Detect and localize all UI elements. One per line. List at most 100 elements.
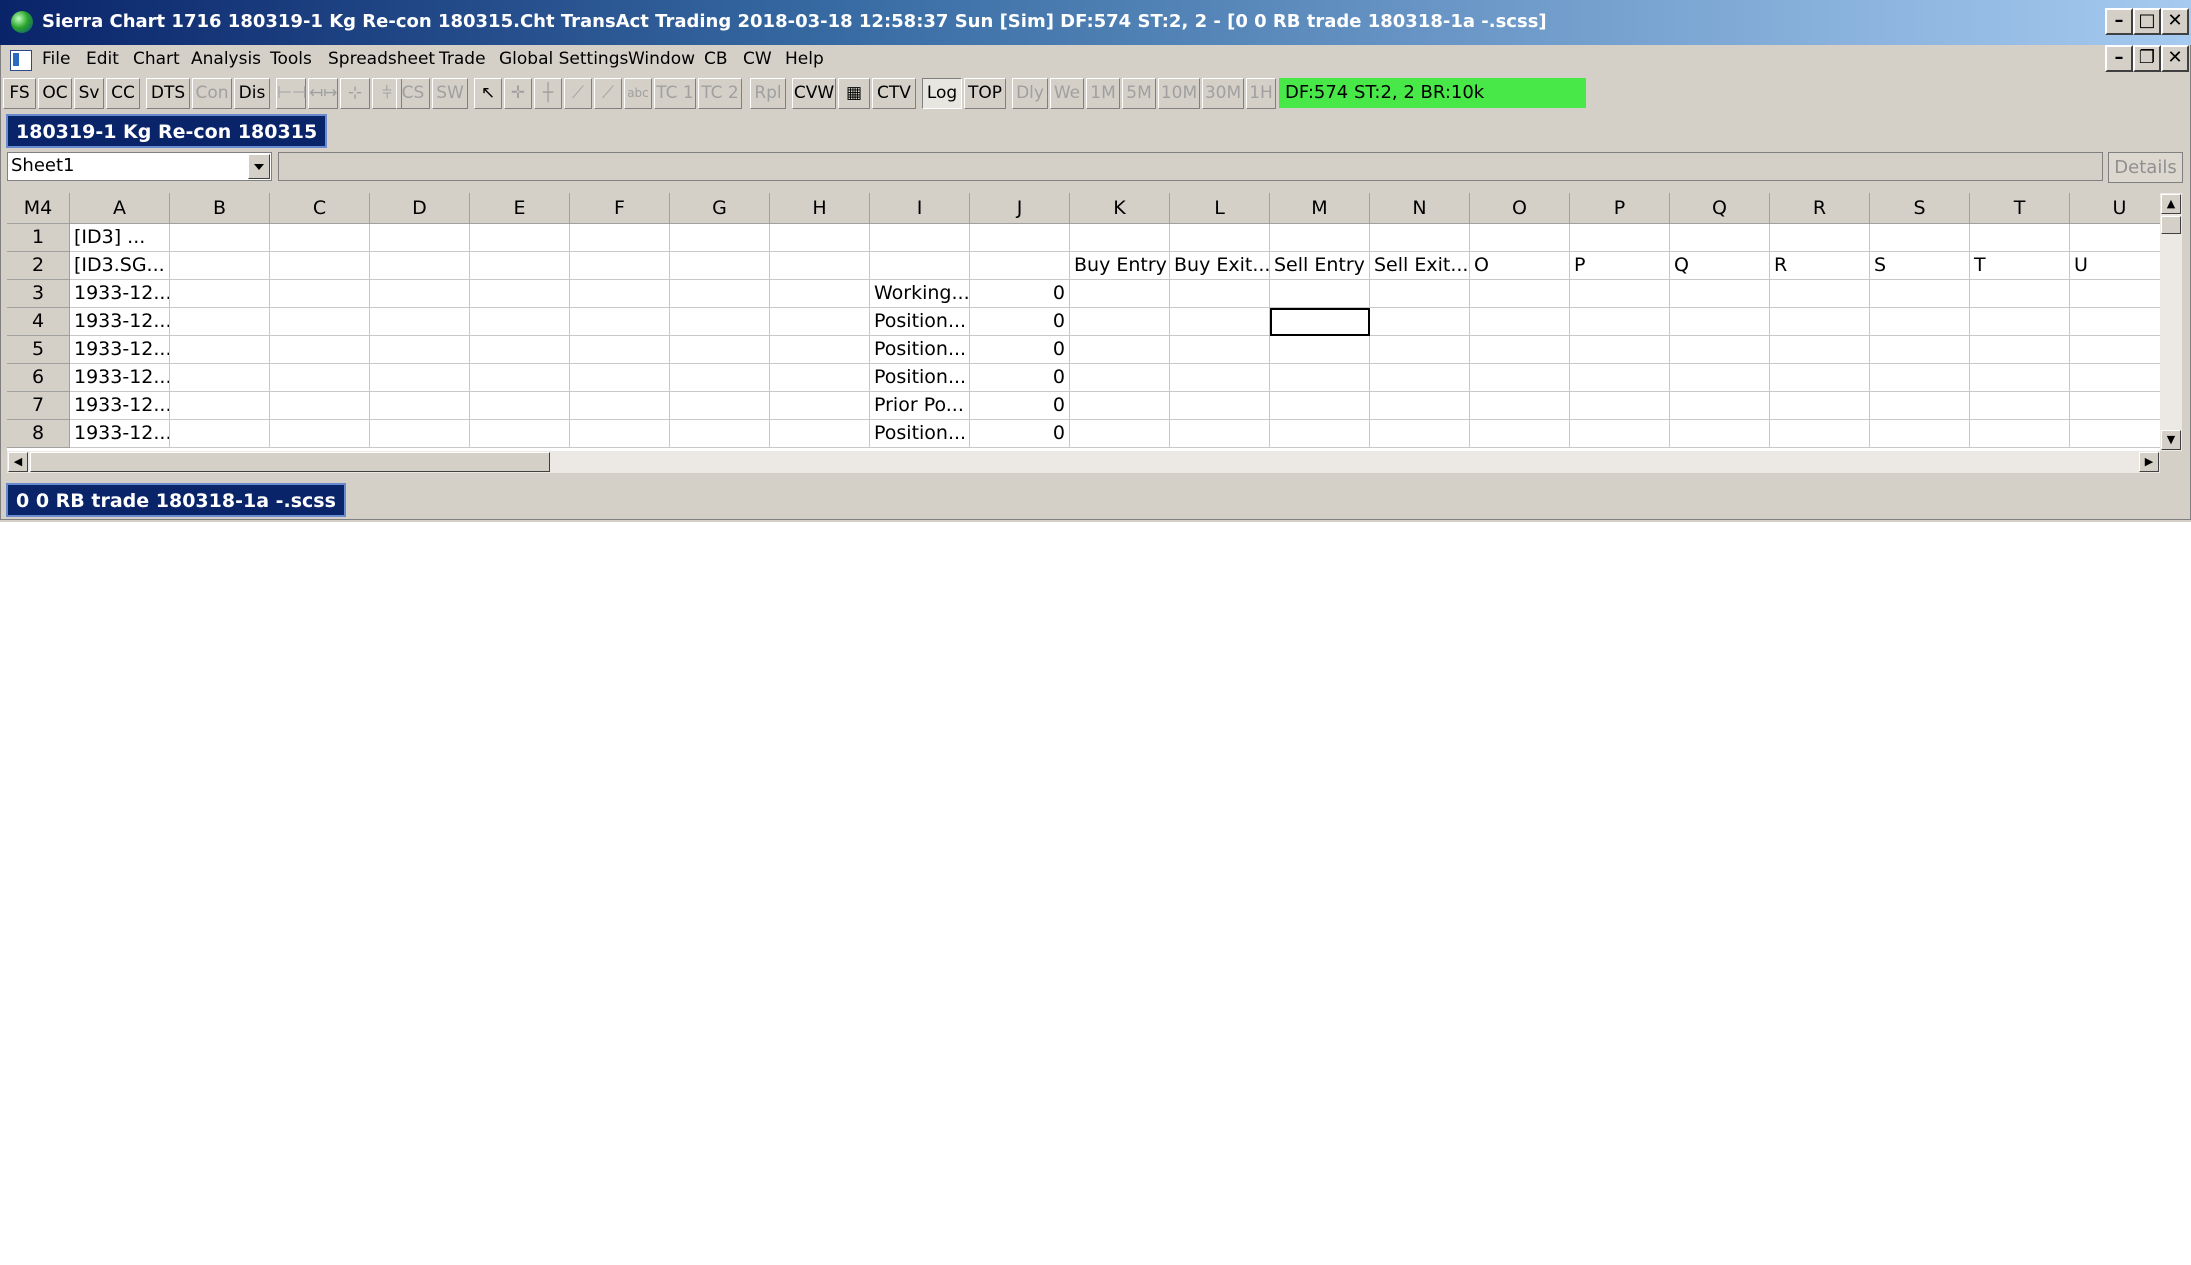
tb-10m-button[interactable]: 10M (1158, 78, 1200, 109)
table-cell[interactable] (170, 364, 270, 392)
table-cell[interactable] (270, 224, 370, 252)
table-cell[interactable] (1370, 420, 1470, 448)
column-header-h[interactable]: H (770, 193, 870, 224)
column-header-u[interactable]: U (2070, 193, 2160, 224)
table-cell[interactable] (1770, 308, 1870, 336)
scroll-up-arrow-icon[interactable]: ▲ (2161, 194, 2181, 214)
table-cell[interactable]: [ID3.SG... (70, 252, 170, 280)
table-cell[interactable]: Q (1670, 252, 1770, 280)
table-cell[interactable]: R (1770, 252, 1870, 280)
vertical-scrollbar[interactable]: ▲ ▼ (2160, 193, 2182, 451)
table-cell[interactable] (1270, 420, 1370, 448)
row-header-1[interactable]: 1 (7, 224, 70, 252)
table-cell[interactable]: [ID3] ... (70, 224, 170, 252)
table-cell[interactable] (1070, 420, 1170, 448)
table-cell[interactable] (1870, 420, 1970, 448)
maximize-button[interactable]: □ (2133, 8, 2161, 35)
table-cell[interactable] (670, 420, 770, 448)
table-cell[interactable]: Buy Entry (1070, 252, 1170, 280)
table-cell[interactable] (1170, 224, 1270, 252)
table-cell[interactable]: 0 (970, 336, 1070, 364)
table-cell[interactable] (2070, 364, 2160, 392)
column-header-d[interactable]: D (370, 193, 470, 224)
column-header-g[interactable]: G (670, 193, 770, 224)
table-cell[interactable] (170, 308, 270, 336)
table-cell[interactable] (1970, 392, 2070, 420)
table-cell[interactable] (770, 336, 870, 364)
table-cell[interactable] (2070, 392, 2160, 420)
horizontal-scroll-thumb[interactable] (30, 452, 550, 472)
table-cell[interactable] (370, 280, 470, 308)
menu-spreadsheet[interactable]: Spreadsheet (328, 49, 435, 69)
table-cell[interactable]: Working... (870, 280, 970, 308)
table-cell[interactable] (1370, 364, 1470, 392)
row-header-3[interactable]: 3 (7, 280, 70, 308)
table-cell[interactable] (1970, 420, 2070, 448)
tb-tc2-button[interactable]: TC 2 (698, 78, 742, 109)
tb-cs-button[interactable]: CS (396, 78, 430, 109)
table-cell[interactable] (570, 308, 670, 336)
table-cell[interactable] (470, 420, 570, 448)
table-cell[interactable] (670, 308, 770, 336)
table-cell[interactable]: T (1970, 252, 2070, 280)
pointer-icon[interactable]: ↖ (474, 78, 502, 109)
tb-cvw-button[interactable]: CVW (792, 78, 836, 109)
table-cell[interactable]: 0 (970, 420, 1070, 448)
table-cell[interactable] (570, 252, 670, 280)
column-header-r[interactable]: R (1770, 193, 1870, 224)
sheet-selector[interactable]: Sheet1 (7, 152, 272, 181)
table-cell[interactable] (470, 364, 570, 392)
table-cell[interactable] (1070, 336, 1170, 364)
tb-1m-button[interactable]: 1M (1086, 78, 1120, 109)
child-close-button[interactable]: ✕ (2161, 45, 2189, 72)
table-cell[interactable]: P (1570, 252, 1670, 280)
table-cell[interactable]: 0 (970, 308, 1070, 336)
table-cell[interactable] (1470, 280, 1570, 308)
table-cell[interactable] (470, 336, 570, 364)
column-header-p[interactable]: P (1570, 193, 1670, 224)
scroll-left-arrow-icon[interactable]: ◀ (8, 452, 28, 472)
column-header-t[interactable]: T (1970, 193, 2070, 224)
table-cell[interactable]: Sell Exit... (1370, 252, 1470, 280)
table-cell[interactable] (770, 364, 870, 392)
table-cell[interactable] (1170, 364, 1270, 392)
row-header-6[interactable]: 6 (7, 364, 70, 392)
table-cell[interactable] (1170, 420, 1270, 448)
tb-expand-icon[interactable]: ↤↦ (308, 78, 338, 109)
menu-window[interactable]: Window (628, 49, 695, 69)
table-cell[interactable] (2070, 224, 2160, 252)
table-cell[interactable] (470, 392, 570, 420)
table-cell[interactable] (470, 252, 570, 280)
table-cell[interactable] (1170, 308, 1270, 336)
table-cell[interactable]: Position... (870, 420, 970, 448)
column-header-j[interactable]: J (970, 193, 1070, 224)
table-cell[interactable] (1470, 336, 1570, 364)
chart-grid-icon[interactable]: ▦ (838, 78, 870, 109)
table-cell[interactable] (1670, 308, 1770, 336)
tb-log-button[interactable]: Log (922, 78, 962, 109)
table-cell[interactable] (870, 224, 970, 252)
table-cell[interactable] (1470, 392, 1570, 420)
spreadsheet-tab[interactable]: 0 0 RB trade 180318-1a -.scss (6, 483, 346, 517)
table-cell[interactable] (1870, 308, 1970, 336)
column-header-l[interactable]: L (1170, 193, 1270, 224)
table-cell[interactable] (1570, 420, 1670, 448)
document-icon[interactable] (10, 50, 32, 71)
table-cell[interactable] (370, 420, 470, 448)
table-cell[interactable] (1070, 364, 1170, 392)
sierra-chart-logo-icon[interactable] (11, 11, 33, 33)
vertical-scroll-thumb[interactable] (2161, 216, 2181, 234)
table-cell[interactable] (1770, 224, 1870, 252)
table-cell[interactable] (270, 252, 370, 280)
table-cell[interactable] (2070, 308, 2160, 336)
table-cell[interactable] (170, 224, 270, 252)
table-cell[interactable] (1570, 308, 1670, 336)
table-cell[interactable]: 1933-12... (70, 280, 170, 308)
tb-dts-button[interactable]: DTS (146, 78, 190, 109)
table-cell[interactable] (970, 252, 1070, 280)
menu-chart[interactable]: Chart (133, 49, 180, 69)
table-cell[interactable] (1370, 224, 1470, 252)
table-cell[interactable] (1270, 308, 1370, 336)
column-header-a[interactable]: A (70, 193, 170, 224)
table-cell[interactable] (670, 336, 770, 364)
